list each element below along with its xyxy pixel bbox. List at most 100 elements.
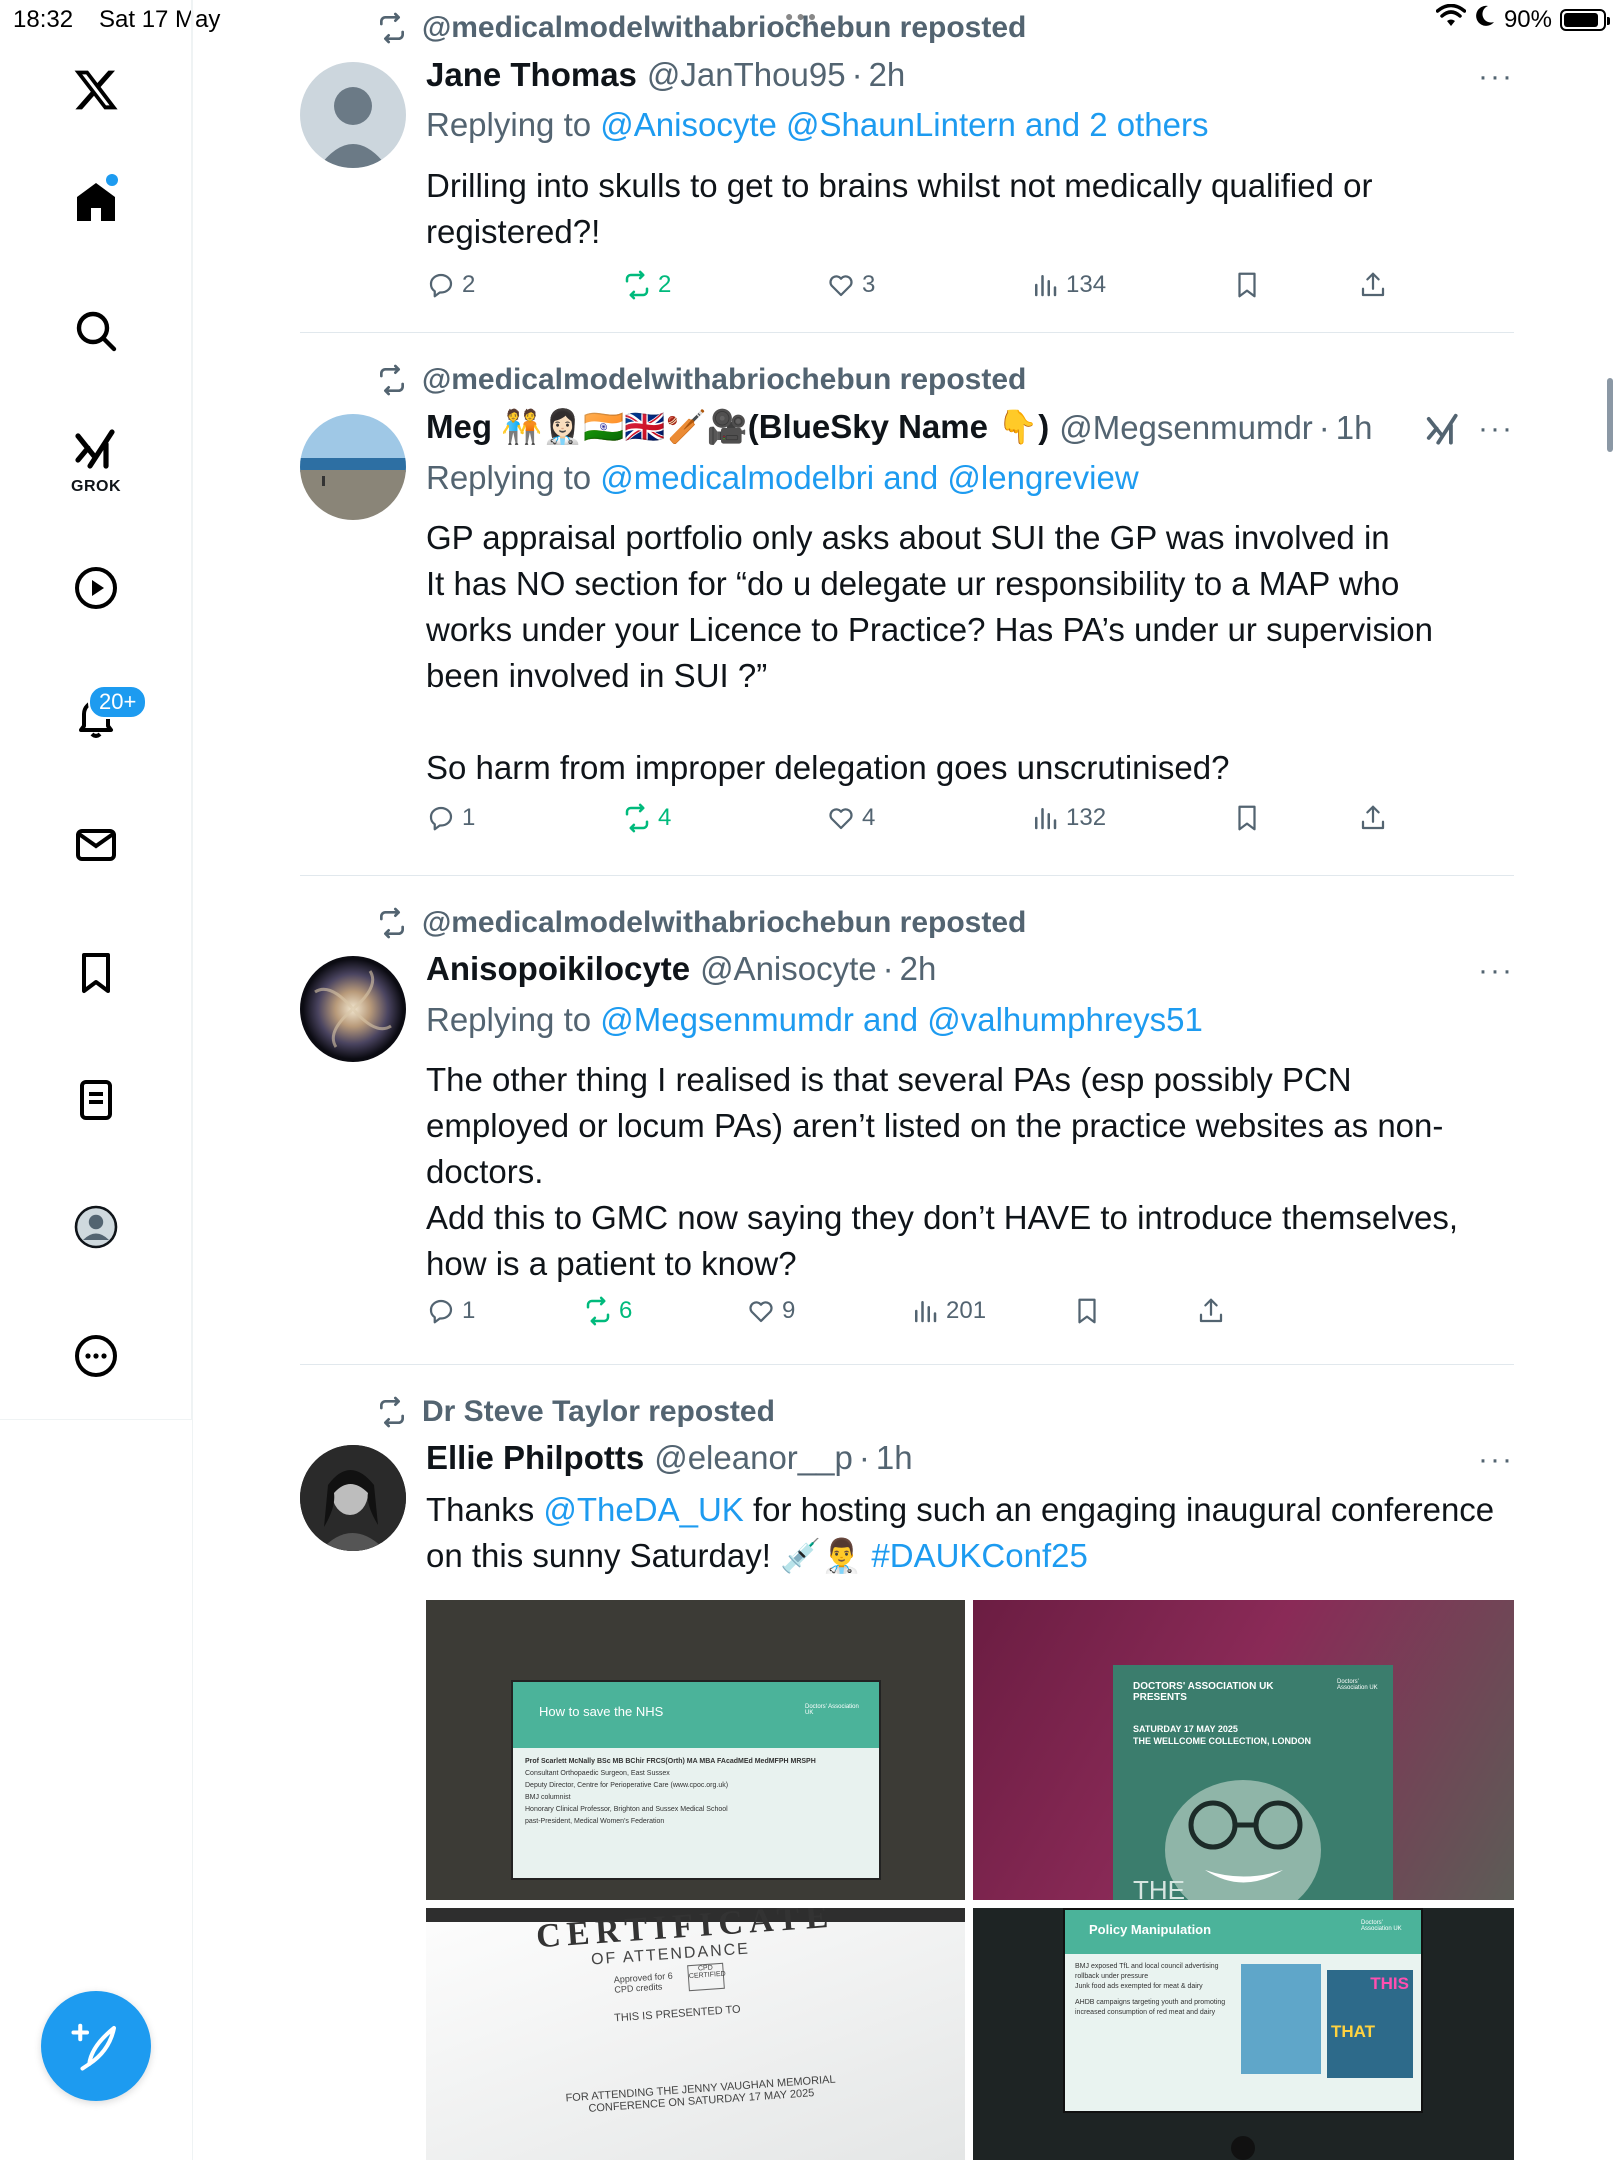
profile-avatar-icon[interactable] [56,1187,136,1267]
author-handle[interactable]: @eleanor__p [654,1439,853,1477]
post-header: Meg 🧑‍🤝‍🧑👩🏻‍⚕️🇮🇳🇬🇧🏏🎥(BlueSky Name 👇) @Me… [426,408,1373,447]
author-handle[interactable]: @Megsenmumdr [1059,409,1313,447]
replying-to-links[interactable]: @medicalmodelbri and @lengreview [600,459,1138,496]
like-button[interactable]: 4 [826,803,875,833]
slide-bullet: BMJ exposed TfL and local council advert… [1075,1963,1219,1980]
author-handle[interactable]: @Anisocyte [700,950,877,988]
replying-to-line: Replying to @Anisocyte @ShaunLintern and… [426,106,1208,144]
media-image[interactable]: DOCTORS' ASSOCIATION UK PRESENTS Doctors… [973,1600,1514,1900]
home-icon[interactable] [56,162,136,242]
post-item[interactable]: @medicalmodelwithabriochebun reposted An… [300,876,1514,1364]
post-text-line: works under your Licence to Practice? Ha… [426,611,1433,648]
compose-post-button[interactable] [41,1991,151,2101]
post-item[interactable]: Dr Steve Taylor reposted Ellie Philpotts… [300,1365,1514,2160]
bookmark-button[interactable] [1232,803,1262,833]
post-header: Ellie Philpotts @eleanor__p · 1h [426,1439,913,1477]
replying-prefix: Replying to [426,106,601,143]
reply-button[interactable]: 1 [426,803,475,833]
repost-attribution[interactable]: Dr Steve Taylor reposted [376,1395,775,1429]
repost-count: 6 [619,1297,633,1324]
avatar[interactable] [300,956,406,1062]
slide-line: Prof Scarlett McNally BSc MB BChir FRCS(… [525,1758,816,1765]
video-play-icon[interactable] [56,548,136,628]
post-time[interactable]: 1h [1336,409,1373,447]
views-button[interactable]: 132 [1030,803,1106,833]
poster-footer: THE [1133,1875,1185,1900]
post-actions: 2 2 3 134 [426,270,1386,310]
post-text-line: doctors. [426,1153,544,1190]
slide-title: Policy Manipulation [1089,1922,1212,1937]
post-time[interactable]: 2h [900,950,937,988]
slide-logo: Doctors' Association UK [1361,1920,1402,1932]
mention-link[interactable]: @TheDA_UK [543,1491,743,1528]
author-name[interactable]: Meg 🧑‍🤝‍🧑👩🏻‍⚕️🇮🇳🇬🇧🏏🎥(BlueSky Name 👇) [426,408,1049,447]
views-button[interactable]: 134 [1030,270,1106,300]
repost-attribution-text: @medicalmodelwithabriochebun reposted [422,906,1027,939]
bookmark-button[interactable] [1232,270,1262,300]
reply-button[interactable]: 1 [426,1296,475,1326]
repost-attribution[interactable]: @medicalmodelwithabriochebun reposted [376,906,1026,940]
search-icon[interactable] [56,291,136,371]
poster-word-this: THIS [1370,1974,1409,1993]
post-more-icon[interactable]: ··· [1478,412,1514,446]
slide-bullet: Junk food ads exempted for meat & dairy [1075,1983,1203,1990]
slide-body: Prof Scarlett McNally BSc MB BChir FRCS(… [513,1748,879,1836]
post-text: Thanks @TheDA_UK for hosting such an eng… [426,1487,1514,1579]
reply-button[interactable]: 2 [426,270,475,300]
media-image[interactable]: How to save the NHS Doctors' Association… [426,1600,965,1900]
avatar[interactable] [300,62,406,168]
post-text-line: on this sunny Saturday! 💉👨‍⚕️ #DAUKConf2… [426,1533,1514,1579]
replying-prefix: Replying to [426,459,601,496]
replying-to-links[interactable]: @Megsenmumdr and @valhumphreys51 [600,1001,1203,1038]
messages-envelope-icon[interactable] [56,805,136,885]
post-item[interactable]: @medicalmodelwithabriochebun reposted Ja… [300,0,1514,333]
author-name[interactable]: Ellie Philpotts [426,1439,644,1477]
post-text-line: Add this to GMC now saying they don’t HA… [426,1199,1459,1236]
replying-to-links[interactable]: @Anisocyte @ShaunLintern and 2 others [600,106,1208,143]
share-icon [1361,272,1385,297]
slide-header: How to save the NHS Doctors' Association… [513,1682,879,1748]
views-chart-icon [1035,808,1057,830]
slide-ad-image [1241,1964,1321,2074]
media-image[interactable]: CERTIFICATE OF ATTENDANCE Approved for 6… [426,1908,965,2160]
author-name[interactable]: Jane Thomas [426,56,637,94]
author-name[interactable]: Anisopoikilocyte [426,950,690,988]
repost-attribution[interactable]: @medicalmodelwithabriochebun reposted [376,363,1026,397]
post-text-segment: Thanks [426,1491,544,1528]
x-logo-icon[interactable] [56,50,136,130]
feed-scrollbar[interactable] [1607,378,1613,452]
grok-explain-icon[interactable] [1424,411,1462,449]
post-more-icon[interactable]: ··· [1478,60,1514,94]
repost-button[interactable]: 6 [583,1296,632,1326]
post-time[interactable]: 2h [869,56,906,94]
cpd-badge: CPD CERTIFIED [687,1962,726,1992]
views-count: 132 [1066,804,1107,831]
repost-button[interactable]: 4 [622,803,671,833]
share-button[interactable] [1358,270,1388,300]
hashtag-link[interactable]: #DAUKConf25 [871,1537,1087,1574]
avatar[interactable] [300,414,406,520]
bookmark-button[interactable] [1072,1296,1102,1326]
lists-icon[interactable] [56,1060,136,1140]
post-item[interactable]: @medicalmodelwithabriochebun reposted Me… [300,333,1514,875]
like-button[interactable]: 9 [746,1296,795,1326]
avatar[interactable] [300,1445,406,1551]
post-text-line: GP appraisal portfolio only asks about S… [426,519,1390,556]
views-button[interactable]: 201 [910,1296,986,1326]
like-button[interactable]: 3 [826,270,875,300]
post-text-line: Drilling into skulls to get to brains wh… [426,167,1373,204]
share-button[interactable] [1196,1296,1226,1326]
media-image[interactable]: Policy Manipulation Doctors' Association… [973,1908,1514,2160]
author-handle[interactable]: @JanThou95 [647,56,846,94]
post-more-icon[interactable]: ··· [1478,954,1514,988]
share-button[interactable] [1358,803,1388,833]
post-more-icon[interactable]: ··· [1478,1443,1514,1477]
more-options-icon[interactable] [56,1316,136,1396]
post-text-line: The other thing I realised is that sever… [426,1061,1352,1098]
repost-button[interactable]: 2 [622,270,671,300]
repost-attribution[interactable]: @medicalmodelwithabriochebun reposted [376,11,1026,45]
post-text-line: been involved in SUI ?” [426,657,768,694]
post-time[interactable]: 1h [876,1439,913,1477]
post-text-line: Thanks @TheDA_UK for hosting such an eng… [426,1487,1514,1533]
bookmarks-icon[interactable] [56,933,136,1013]
